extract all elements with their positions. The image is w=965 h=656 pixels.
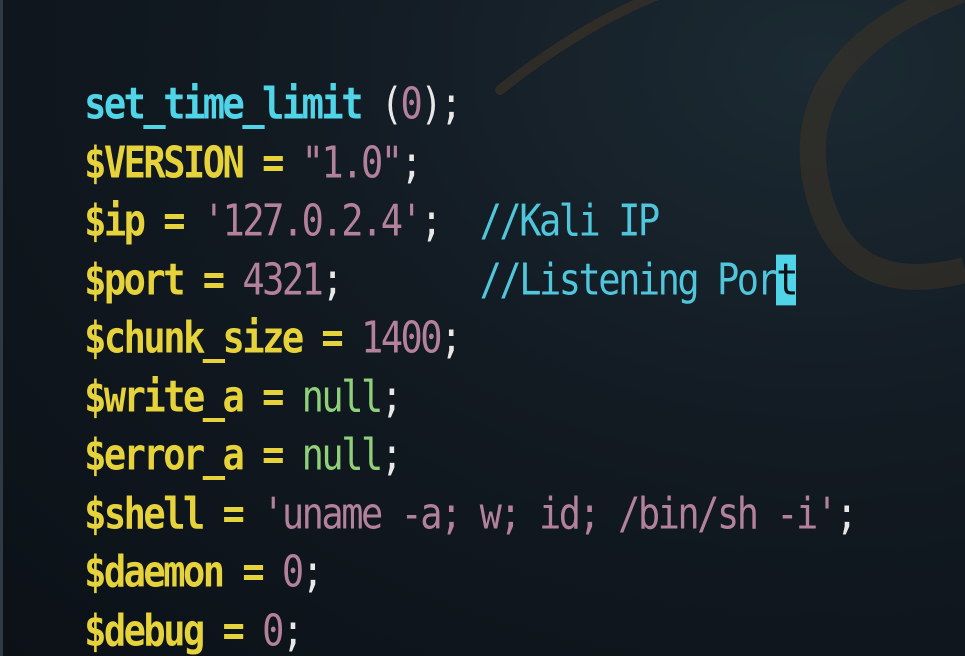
number-token: 0 (262, 604, 284, 656)
code-editor[interactable]: set_time_limit (0); $VERSION = "1.0"; $i… (5, 6, 960, 655)
window-left-border (0, 0, 3, 656)
variable-token: $debug (84, 604, 205, 656)
code-line: $debug = 0; (84, 604, 304, 656)
